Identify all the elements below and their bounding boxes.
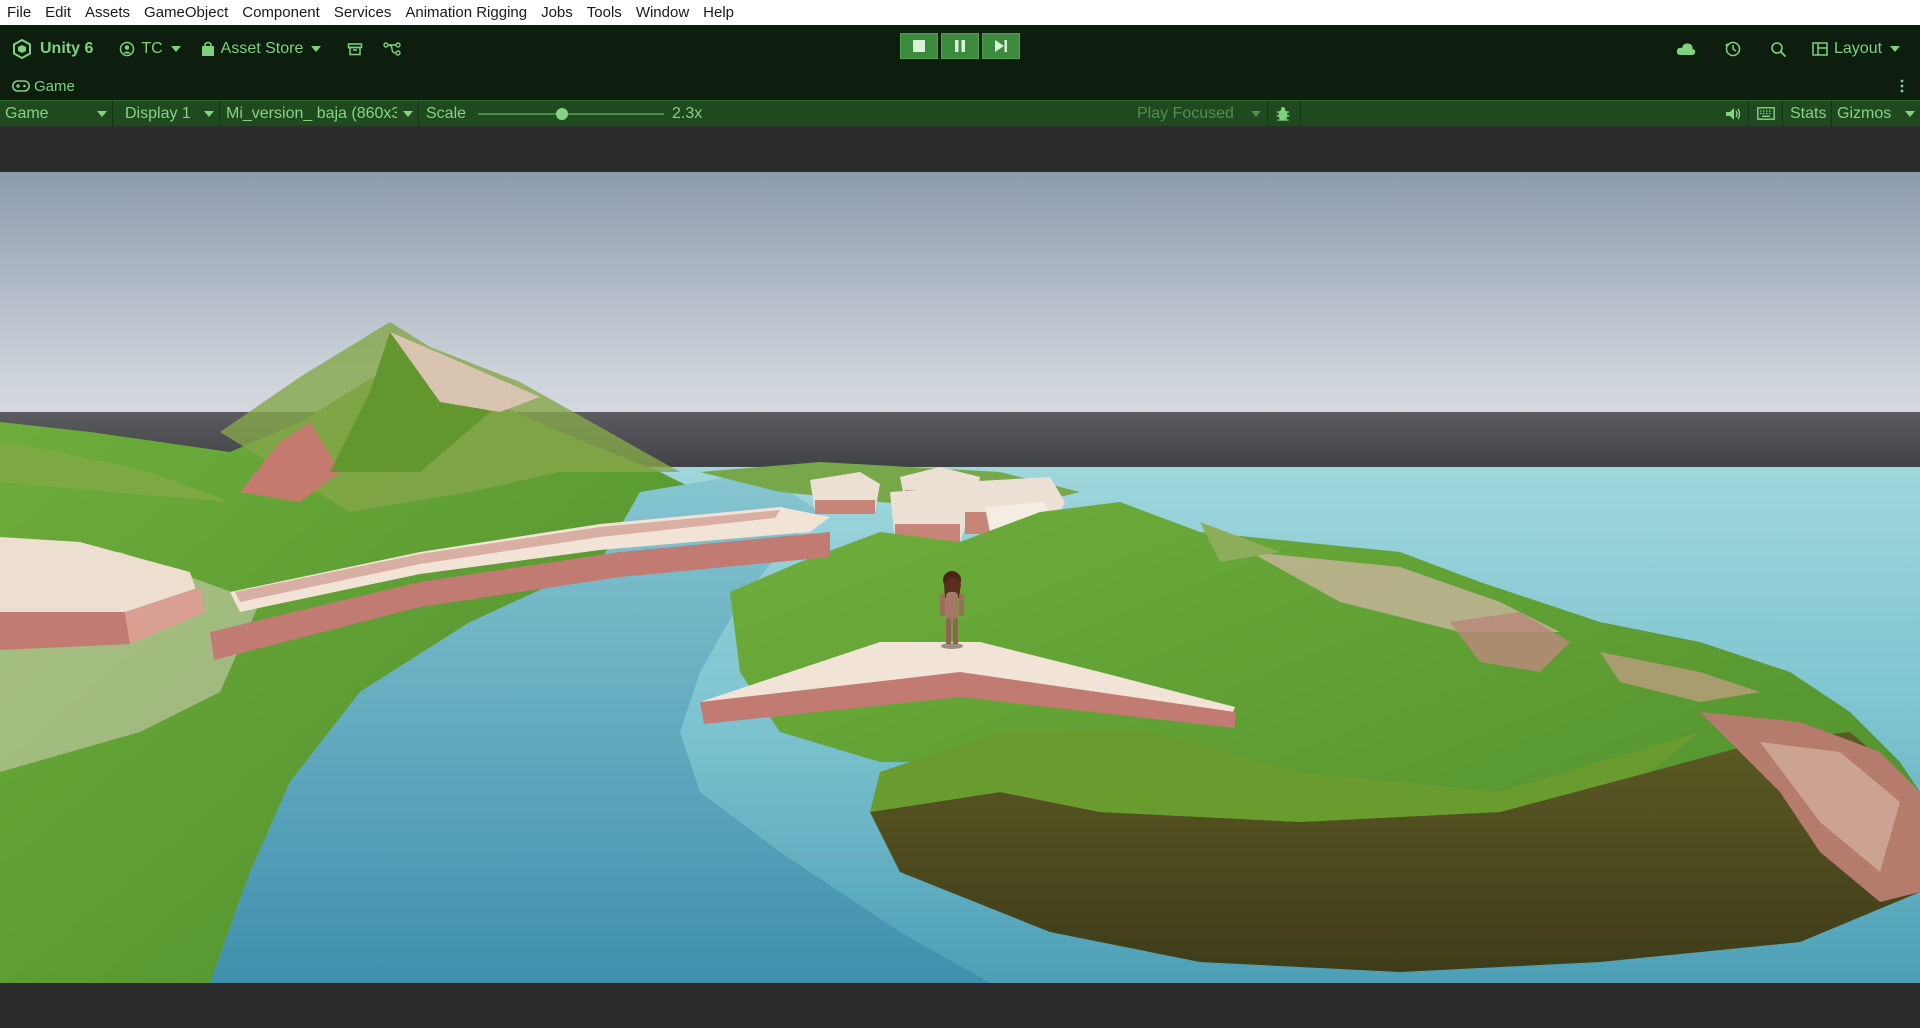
branch-icon xyxy=(383,41,402,57)
menu-gameobject[interactable]: GameObject xyxy=(137,0,235,25)
menu-jobs[interactable]: Jobs xyxy=(534,0,580,25)
display-dropdown[interactable]: Display 1 xyxy=(113,101,219,127)
menu-tools[interactable]: Tools xyxy=(580,0,629,25)
asset-store-label: Asset Store xyxy=(220,39,304,57)
stats-button[interactable]: Stats xyxy=(1785,101,1831,127)
scale-control: Scale 2.3x xyxy=(419,101,707,127)
menu-assets[interactable]: Assets xyxy=(78,0,137,25)
stop-button[interactable] xyxy=(900,33,938,59)
stop-icon xyxy=(913,40,925,52)
game-scene-render xyxy=(0,172,1920,983)
chevron-down-icon xyxy=(204,110,214,117)
cloud-icon xyxy=(1676,42,1696,56)
menu-file[interactable]: File xyxy=(0,0,38,25)
history-icon xyxy=(1724,40,1742,58)
letterbox-bottom xyxy=(0,983,1920,1028)
scale-slider[interactable] xyxy=(478,106,665,122)
menu-services[interactable]: Services xyxy=(327,0,399,25)
game-tab-header: Game xyxy=(0,72,1920,100)
keyboard-icon xyxy=(1757,107,1775,120)
search-icon xyxy=(1770,41,1787,58)
stats-label: Stats xyxy=(1790,104,1827,122)
play-mode-dropdown[interactable]: Play Focused xyxy=(1132,101,1266,127)
asset-store-dropdown[interactable]: Asset Store xyxy=(201,33,322,65)
account-dropdown[interactable]: TC xyxy=(119,33,181,65)
step-button[interactable] xyxy=(982,33,1020,59)
menu-window[interactable]: Window xyxy=(629,0,696,25)
chevron-down-icon xyxy=(1905,110,1915,117)
gizmos-label: Gizmos xyxy=(1837,104,1892,122)
layout-dropdown[interactable]: Layout xyxy=(1812,33,1901,65)
menu-help[interactable]: Help xyxy=(696,0,741,25)
chevron-down-icon xyxy=(1890,46,1901,52)
unity-logo-icon xyxy=(12,38,32,59)
tab-game-label: Game xyxy=(34,77,75,95)
unity-label: Unity 6 xyxy=(40,39,94,57)
scale-label: Scale xyxy=(426,104,467,122)
game-viewport[interactable] xyxy=(0,172,1920,983)
game-mode-dropdown[interactable]: Game xyxy=(0,101,112,127)
keyboard-button[interactable] xyxy=(1752,101,1780,127)
layout-label: Layout xyxy=(1834,40,1883,57)
gamepad-icon xyxy=(12,80,30,92)
menu-edit[interactable]: Edit xyxy=(38,0,78,25)
game-mode-label: Game xyxy=(5,104,49,122)
bag-icon xyxy=(201,41,215,57)
main-toolbar: Unity 6 TC Asset Store Layout xyxy=(0,25,1920,72)
bug-button[interactable] xyxy=(1270,101,1296,127)
scale-value: 2.3x xyxy=(672,104,703,122)
cloud-button[interactable] xyxy=(1676,33,1696,65)
pause-icon xyxy=(954,40,966,52)
layout-icon xyxy=(1812,42,1828,56)
history-button[interactable] xyxy=(1724,33,1742,65)
speaker-icon xyxy=(1725,107,1741,121)
menu-animation-rigging[interactable]: Animation Rigging xyxy=(398,0,534,25)
display-label: Display 1 xyxy=(125,104,191,122)
account-label: TC xyxy=(141,39,163,57)
gizmos-dropdown[interactable]: Gizmos xyxy=(1832,101,1920,127)
scale-slider-thumb[interactable] xyxy=(556,107,569,120)
chevron-down-icon xyxy=(1251,110,1261,117)
menu-component[interactable]: Component xyxy=(235,0,327,25)
resolution-label: Mi_version_ baja (860x36 xyxy=(226,104,397,122)
play-mode-label: Play Focused xyxy=(1137,104,1234,122)
speaker-button[interactable] xyxy=(1720,101,1746,127)
unity-button[interactable]: Unity 6 xyxy=(12,33,93,65)
chevron-down-icon xyxy=(311,45,322,52)
step-icon xyxy=(994,40,1008,52)
resolution-dropdown[interactable]: Mi_version_ baja (860x36 xyxy=(220,101,418,127)
chevron-down-icon xyxy=(403,110,413,117)
game-view-toolbar: Game Display 1 Mi_version_ baja (860x36 … xyxy=(0,100,1920,127)
chevron-down-icon xyxy=(170,45,181,52)
letterbox-top xyxy=(0,126,1920,172)
package-button[interactable] xyxy=(347,33,363,65)
package-icon xyxy=(347,41,363,57)
tab-game[interactable]: Game xyxy=(12,78,75,95)
menu-bar: File Edit Assets GameObject Component Se… xyxy=(0,0,1920,25)
bug-icon xyxy=(1275,106,1291,122)
chevron-down-icon xyxy=(97,110,107,117)
search-button[interactable] xyxy=(1770,33,1787,65)
kebab-icon[interactable] xyxy=(1900,78,1904,94)
version-control-button[interactable] xyxy=(383,33,402,65)
account-icon xyxy=(119,41,135,57)
pause-button[interactable] xyxy=(941,33,979,59)
